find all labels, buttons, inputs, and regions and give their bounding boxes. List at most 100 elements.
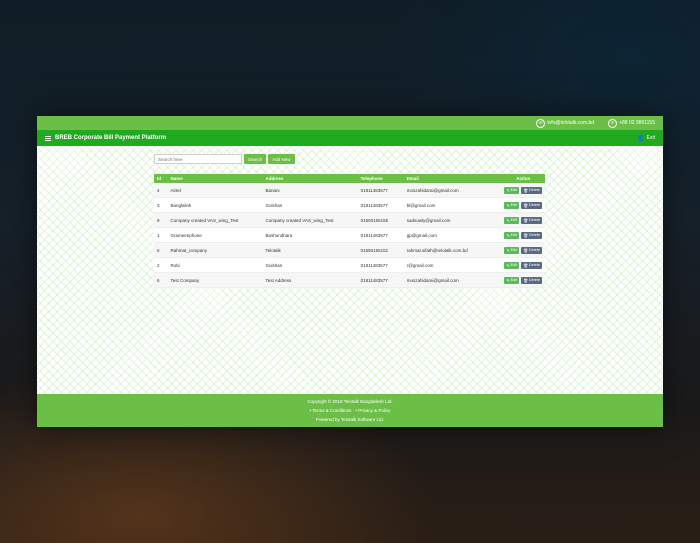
cell-id: 3 — [154, 197, 168, 213]
main-navbar: BREB Corporate Bill Payment Platform 👤 E… — [37, 130, 663, 146]
header-address: Address — [265, 176, 284, 181]
pencil-icon: ✎ — [506, 248, 510, 253]
edit-label: Edit — [510, 218, 518, 222]
delete-label: Delete — [529, 203, 540, 207]
row-actions: ✎ Edit 🗑 Delete — [504, 201, 542, 209]
header-id: Id — [157, 176, 161, 181]
row-actions: ✎ Edit 🗑 Delete — [504, 231, 542, 239]
delete-button[interactable]: 🗑 Delete — [521, 201, 542, 209]
cell-name: Company created VAS_wing_Test — [167, 212, 263, 228]
footer: Copyright © 2019 Telotalk Bangladesh Ltd… — [37, 394, 663, 427]
add-new-button[interactable]: Add New — [268, 154, 295, 164]
edit-label: Edit — [510, 278, 518, 282]
edit-button[interactable]: ✎ Edit — [504, 186, 520, 194]
cell-action: ✎ Edit 🗑 Delete — [501, 197, 545, 213]
brand: BREB Corporate Bill Payment Platform — [45, 135, 166, 141]
cell-name: Grameenphone — [167, 227, 263, 243]
cell-action: ✎ Edit 🗑 Delete — [501, 227, 545, 243]
cell-address: Test Address — [262, 272, 358, 288]
cell-telephone: 01811483577 — [357, 257, 404, 273]
cell-action: ✎ Edit 🗑 Delete — [501, 183, 545, 198]
trash-icon: 🗑 — [523, 218, 529, 223]
search-button[interactable]: Search — [244, 154, 267, 164]
header-telephone: Telephone — [360, 176, 383, 181]
cell-name: Test Company — [167, 272, 263, 288]
cell-id: 4 — [154, 183, 168, 198]
table-row: 4 Airtel Banani 01811483577 moszahidarai@gma… — [154, 183, 545, 198]
cell-name: Rahmat_company — [167, 242, 263, 258]
table-row: 3 Banglalink Gulshan 01811483577 bl@gmail.co… — [154, 197, 545, 213]
edit-label: Edit — [510, 248, 518, 252]
cell-email: rahmat.sifath@telotalk.com.bd — [403, 242, 502, 258]
phone-contact[interactable]: ✆ +88 02 9861155 — [608, 118, 655, 128]
email-text: info@telotalk.com.bd — [547, 120, 595, 126]
cell-name: Robi — [167, 257, 263, 273]
edit-label: Edit — [510, 188, 518, 192]
cell-email: r@gmail.com — [403, 257, 502, 273]
edit-label: Edit — [510, 203, 518, 207]
company-table: Id Name Address Telephone Email Action 4… — [154, 174, 545, 288]
cell-action: ✎ Edit 🗑 Delete — [501, 272, 545, 288]
edit-button[interactable]: ✎ Edit — [504, 201, 520, 209]
cell-telephone: 01811483577 — [357, 183, 404, 198]
search-input[interactable] — [154, 154, 242, 164]
pencil-icon: ✎ — [506, 233, 510, 238]
delete-label: Delete — [529, 218, 540, 222]
edit-button[interactable]: ✎ Edit — [504, 246, 520, 254]
cell-email: bl@gmail.com — [403, 197, 502, 213]
delete-button[interactable]: 🗑 Delete — [521, 276, 542, 284]
delete-button[interactable]: 🗑 Delete — [521, 231, 542, 239]
menu-icon[interactable] — [45, 135, 51, 141]
edit-button[interactable]: ✎ Edit — [504, 231, 520, 239]
pencil-icon: ✎ — [506, 278, 510, 283]
edit-label: Edit — [510, 233, 518, 237]
cell-address: Gulshan — [262, 257, 358, 273]
powered-by-text: Powered by Telotalk Software Ltd. — [316, 417, 384, 422]
cell-email: sadsowly@gmail.com — [403, 212, 502, 228]
contact-bar: ✉ info@telotalk.com.bd ✆ +88 02 9861155 — [37, 116, 663, 130]
delete-button[interactable]: 🗑 Delete — [521, 261, 542, 269]
trash-icon: 🗑 — [523, 248, 529, 253]
delete-label: Delete — [529, 233, 540, 237]
table-header-row: Id Name Address Telephone Email Action — [154, 174, 545, 183]
cell-action: ✎ Edit 🗑 Delete — [501, 242, 545, 258]
phone-text: +88 02 9861155 — [619, 120, 655, 126]
exit-label: Exit — [646, 135, 655, 141]
copyright-text: Copyright © 2019 Telotalk Bangladesh Ltd… — [307, 399, 393, 404]
cell-telephone: 01811483577 — [357, 197, 404, 213]
delete-label: Delete — [529, 188, 540, 192]
delete-button[interactable]: 🗑 Delete — [521, 246, 542, 254]
cell-email: moszahidarai@gmail.com — [403, 272, 502, 288]
exit-button[interactable]: 👤 Exit — [637, 135, 655, 142]
delete-button[interactable]: 🗑 Delete — [521, 216, 542, 224]
trash-icon: 🗑 — [523, 263, 529, 268]
edit-button[interactable]: ✎ Edit — [504, 216, 520, 224]
edit-label: Edit — [510, 263, 518, 267]
trash-icon: 🗑 — [523, 188, 529, 193]
table-row: 2 Robi Gulshan 01811483577 r@gmail.com ✎ Edit 🗑… — [154, 257, 545, 273]
search-toolbar: Search Add New — [154, 154, 295, 164]
edit-button[interactable]: ✎ Edit — [504, 276, 520, 284]
cell-address: Company created VAS_wing_Test — [262, 212, 358, 228]
pencil-icon: ✎ — [506, 203, 510, 208]
email-contact[interactable]: ✉ info@telotalk.com.bd — [536, 118, 595, 128]
delete-button[interactable]: 🗑 Delete — [521, 186, 542, 194]
cell-id: 2 — [154, 257, 168, 273]
delete-label: Delete — [529, 263, 540, 267]
cell-email: gp@gmail.com — [403, 227, 502, 243]
cell-email: moszahidarai@gmail.com — [403, 183, 502, 198]
trash-icon: 🗑 — [523, 203, 529, 208]
pencil-icon: ✎ — [506, 188, 510, 193]
footer-links: • Terms & Conditions • Privacy & Policy — [310, 408, 391, 413]
terms-link[interactable]: • Terms & Conditions — [310, 408, 352, 413]
privacy-link[interactable]: • Privacy & Policy — [355, 408, 390, 413]
cell-telephone: 01550155151 — [357, 242, 404, 258]
cell-telephone: 01550155155 — [357, 212, 404, 228]
edit-button[interactable]: ✎ Edit — [504, 261, 520, 269]
cell-name: Banglalink — [167, 197, 263, 213]
row-actions: ✎ Edit 🗑 Delete — [504, 276, 542, 284]
pencil-icon: ✎ — [506, 263, 510, 268]
row-actions: ✎ Edit 🗑 Delete — [504, 261, 542, 269]
header-name: Name — [170, 176, 183, 181]
envelope-icon: ✉ — [536, 118, 546, 128]
